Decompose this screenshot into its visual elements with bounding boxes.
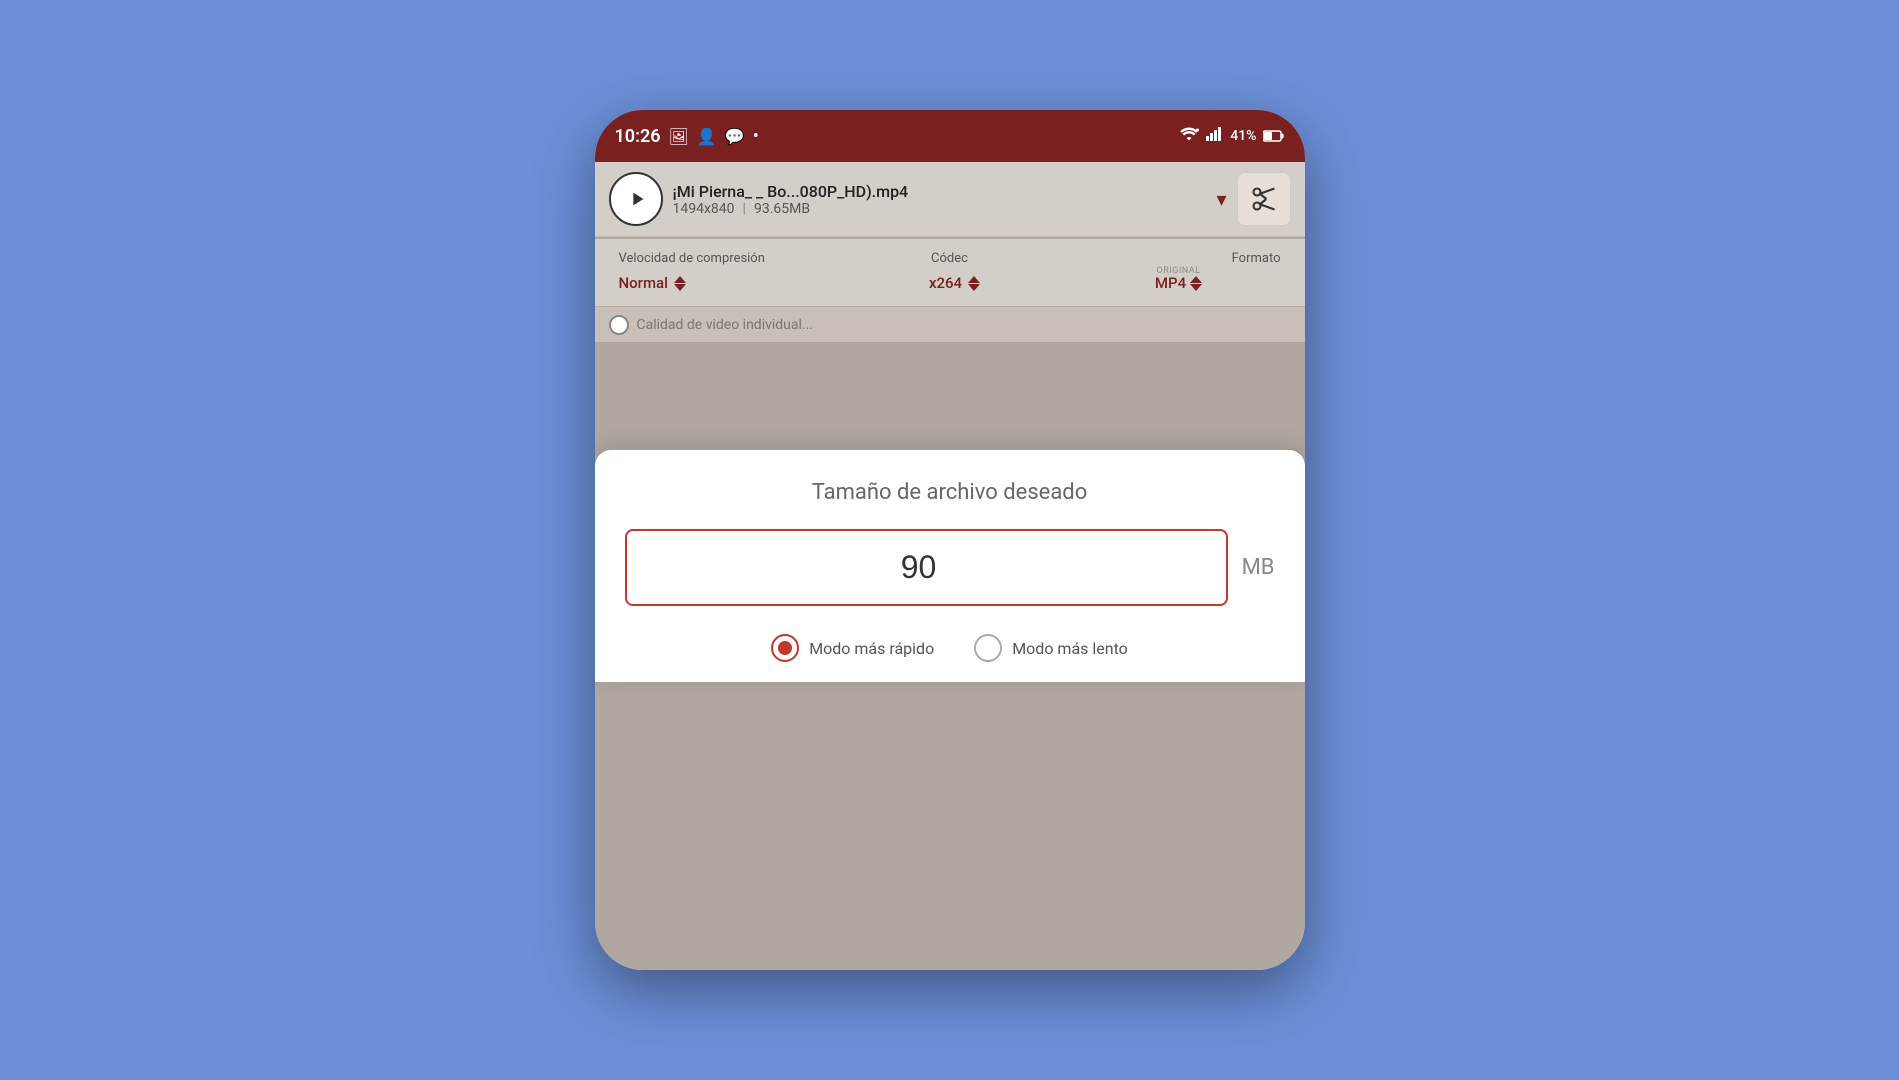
- codec-label: Códec: [839, 251, 1060, 266]
- meta-separator: |: [743, 201, 746, 217]
- video-dropdown-arrow[interactable]: ▾: [1216, 187, 1226, 211]
- play-icon: [626, 188, 648, 210]
- mode-fast-option[interactable]: Modo más rápido: [771, 634, 934, 662]
- partial-row: Calidad de video individual...: [595, 306, 1305, 342]
- status-icons-right: 41%: [1178, 126, 1284, 146]
- file-size-input[interactable]: [625, 529, 1228, 606]
- codec-value-group: x264: [843, 274, 1067, 292]
- video-info: ¡Mi Pierna_ _ Bo...080P_HD).mp4 1494x840…: [673, 182, 1207, 217]
- signal-icon: [1206, 127, 1224, 145]
- compression-settings: Velocidad de compresión Códec Formato No…: [595, 239, 1305, 306]
- image-notification-icon: 🖼: [669, 127, 689, 146]
- battery-text: 41%: [1230, 128, 1256, 144]
- video-filename: ¡Mi Pierna_ _ Bo...080P_HD).mp4: [673, 182, 1207, 201]
- speed-value: Normal: [619, 274, 668, 292]
- speed-value-group: Normal: [609, 274, 843, 292]
- dot-notification-icon: •: [753, 126, 759, 147]
- trim-button[interactable]: [1237, 172, 1291, 226]
- speed-down-arrow[interactable]: [674, 284, 686, 291]
- video-bar: ¡Mi Pierna_ _ Bo...080P_HD).mp4 1494x840…: [595, 162, 1305, 237]
- partial-radio: [609, 315, 629, 335]
- mode-slow-radio[interactable]: [974, 634, 1002, 662]
- scissors-icon: [1250, 185, 1278, 213]
- file-size-dialog: Tamaño de archivo deseado MB Modo más rá…: [595, 450, 1305, 682]
- play-button[interactable]: [609, 172, 663, 226]
- file-size-unit: MB: [1242, 555, 1275, 580]
- status-bar: 10:26 🖼 👤 💬 •: [595, 110, 1305, 162]
- speed-label: Velocidad de compresión: [609, 251, 840, 266]
- codec-up-arrow[interactable]: [968, 276, 980, 283]
- original-badge: ORIGINAL: [1157, 266, 1201, 276]
- status-time: 10:26: [615, 126, 661, 147]
- partial-text: Calidad de video individual...: [637, 317, 814, 333]
- battery-icon: [1263, 127, 1285, 146]
- speed-up-arrow[interactable]: [674, 276, 686, 283]
- compression-values-row: Normal x264 ORIGINAL: [609, 274, 1291, 292]
- video-filesize: 93.65MB: [754, 201, 810, 217]
- format-value: MP4: [1155, 274, 1186, 292]
- mode-fast-radio[interactable]: [771, 634, 799, 662]
- app-content: ¡Mi Pierna_ _ Bo...080P_HD).mp4 1494x840…: [595, 162, 1305, 970]
- mode-slow-label: Modo más lento: [1012, 639, 1128, 658]
- format-label: Formato: [1060, 251, 1291, 266]
- dialog-title: Tamaño de archivo deseado: [625, 480, 1275, 505]
- format-down-arrow[interactable]: [1190, 284, 1202, 291]
- phone-frame: 10:26 🖼 👤 💬 •: [595, 110, 1305, 970]
- user-notification-icon: 👤: [697, 127, 717, 146]
- status-left: 10:26 🖼 👤 💬 •: [615, 126, 759, 147]
- dialog-overlay: Tamaño de archivo deseado MB Modo más rá…: [595, 450, 1305, 970]
- mode-fast-label: Modo más rápido: [809, 639, 934, 658]
- speed-spinner[interactable]: [674, 276, 686, 291]
- format-spinner[interactable]: [1190, 276, 1202, 291]
- video-resolution: 1494x840: [673, 201, 735, 217]
- mode-options: Modo más rápido Modo más lento: [625, 634, 1275, 662]
- compression-labels-row: Velocidad de compresión Códec Formato: [609, 251, 1291, 266]
- messenger-notification-icon: 💬: [725, 127, 745, 146]
- file-size-input-row: MB: [625, 529, 1275, 606]
- wifi-icon: [1178, 126, 1200, 146]
- codec-spinner[interactable]: [968, 276, 980, 291]
- format-up-arrow[interactable]: [1190, 276, 1202, 283]
- format-value-group: ORIGINAL MP4: [1067, 274, 1291, 292]
- mode-slow-option[interactable]: Modo más lento: [974, 634, 1128, 662]
- codec-value: x264: [929, 274, 962, 292]
- codec-down-arrow[interactable]: [968, 284, 980, 291]
- video-metadata: 1494x840 | 93.65MB: [673, 201, 1207, 217]
